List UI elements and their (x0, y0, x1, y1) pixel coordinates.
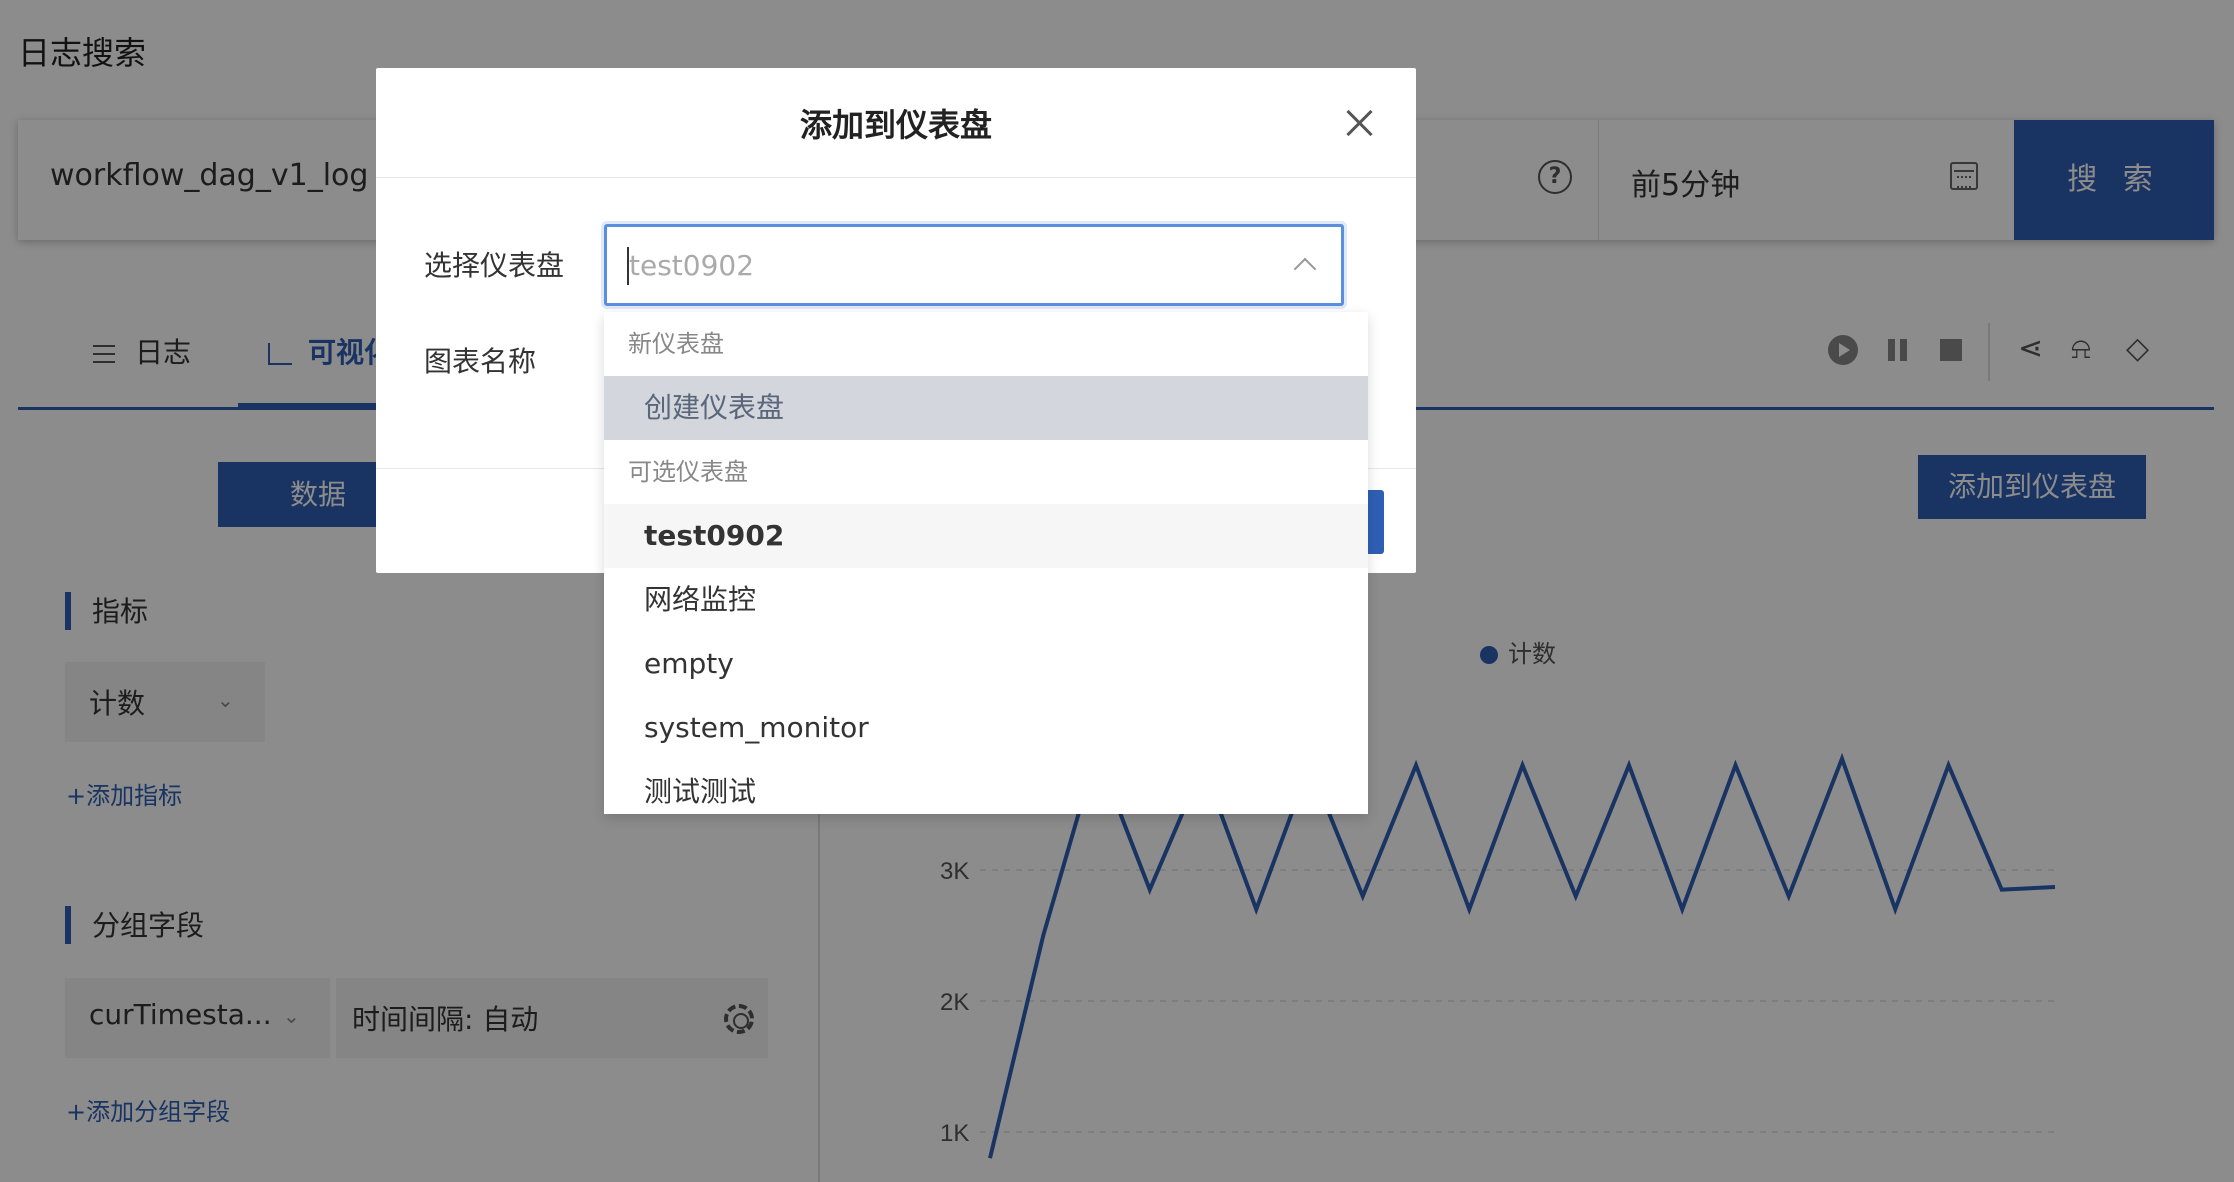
dashboard-select[interactable]: test0902 (604, 224, 1344, 306)
dropdown-group-existing: 可选仪表盘 (628, 458, 748, 486)
dropdown-option[interactable]: empty (604, 632, 1368, 696)
text-caret (627, 247, 629, 285)
chevron-up-icon[interactable] (1293, 257, 1317, 281)
modal-title: 添加到仪表盘 (799, 106, 992, 144)
dropdown-option[interactable]: 网络监控 (604, 568, 1368, 632)
dropdown-option[interactable]: test0902 (604, 504, 1368, 568)
select-dashboard-label: 选择仪表盘 (424, 249, 565, 282)
create-dashboard-option[interactable]: 创建仪表盘 (604, 376, 1368, 440)
dashboard-dropdown: 新仪表盘 创建仪表盘 可选仪表盘 test0902 网络监控 empty sys… (604, 312, 1368, 814)
modal-header: 添加到仪表盘 (376, 68, 1416, 178)
dashboard-select-placeholder: test0902 (629, 249, 755, 282)
dropdown-group-new: 新仪表盘 (628, 330, 724, 358)
dropdown-option[interactable]: 测试测试 (604, 760, 1368, 814)
close-icon[interactable] (1344, 108, 1374, 138)
dropdown-option[interactable]: system_monitor (604, 696, 1368, 760)
chart-name-label: 图表名称 (424, 345, 537, 378)
